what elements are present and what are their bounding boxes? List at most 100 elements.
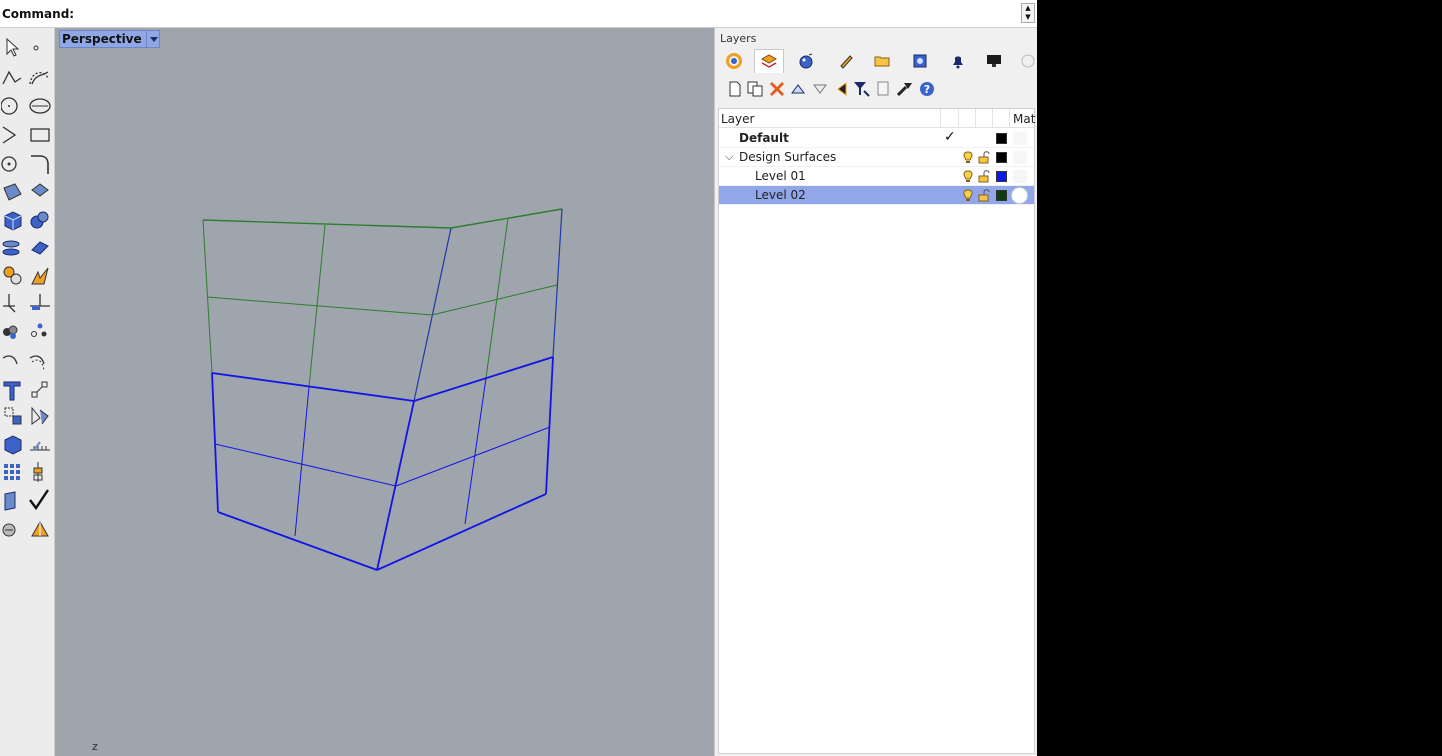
pen-brush-icon[interactable] <box>831 49 861 73</box>
command-history-spinner[interactable]: ▲ ▼ <box>1021 3 1035 23</box>
sphere-icon[interactable] <box>28 208 52 232</box>
viewport-canvas[interactable] <box>55 28 714 756</box>
layer-name[interactable]: Design Surfaces <box>739 150 836 164</box>
current-layer-check-icon[interactable]: ✓ <box>944 129 956 145</box>
array-icon[interactable] <box>1 320 25 344</box>
surface-level-02[interactable] <box>202 208 563 402</box>
explode-icon[interactable] <box>28 264 52 288</box>
scale-icon[interactable] <box>28 378 52 402</box>
block-icon[interactable] <box>1 404 25 428</box>
perspective-viewport[interactable]: Perspective z <box>55 28 714 756</box>
box-icon[interactable] <box>1 208 25 232</box>
extrude-icon[interactable] <box>1 488 25 512</box>
new-sublayer-icon[interactable] <box>746 80 764 98</box>
boolean-gear-icon[interactable] <box>1 264 25 288</box>
render-icon[interactable] <box>1 516 25 540</box>
display-monitor-icon[interactable] <box>979 49 1009 73</box>
layer-row-default[interactable]: Default ✓ <box>719 129 1034 148</box>
points-group-icon[interactable] <box>28 320 52 344</box>
layer-visible-bulb-icon[interactable] <box>962 170 974 183</box>
layer-material-swatch[interactable] <box>1013 151 1027 164</box>
surface-level-01[interactable] <box>211 356 554 571</box>
array-grid-icon[interactable] <box>1 460 25 484</box>
named-view-icon[interactable] <box>905 49 935 73</box>
cylinder-icon[interactable] <box>1 236 25 260</box>
arc-icon[interactable] <box>1 123 25 147</box>
layer-name[interactable]: Level 01 <box>755 169 806 183</box>
copy-icon[interactable] <box>875 80 893 98</box>
delete-icon[interactable] <box>768 80 786 98</box>
column-separator[interactable] <box>958 109 959 128</box>
layer-row-level-02[interactable]: Level 02 <box>719 186 1034 205</box>
help-icon[interactable]: ? <box>918 80 936 98</box>
surface-icon[interactable] <box>1 180 25 204</box>
layer-color-swatch[interactable] <box>996 171 1007 182</box>
layer-unlocked-icon[interactable] <box>978 151 990 164</box>
rotate-icon[interactable] <box>1 350 25 374</box>
layer-row-design-surfaces[interactable]: ⌵ Design Surfaces <box>719 148 1034 167</box>
layers-icon[interactable] <box>754 49 784 73</box>
column-header-layer[interactable]: Layer <box>721 112 754 126</box>
move-left-icon[interactable] <box>833 80 851 98</box>
misc-tab-icon[interactable] <box>1013 49 1043 73</box>
grid-plane-icon[interactable] <box>28 432 52 456</box>
loft-surface-icon[interactable] <box>28 180 52 204</box>
transform-icon[interactable] <box>28 404 52 428</box>
select-arrow-icon[interactable] <box>1 36 25 60</box>
polyline-icon[interactable] <box>1 66 25 90</box>
column-separator[interactable] <box>940 109 941 128</box>
gumball-icon[interactable] <box>28 460 52 484</box>
layer-material-swatch[interactable] <box>1013 132 1027 145</box>
layer-visible-bulb-icon[interactable] <box>962 151 974 164</box>
layer-material-swatch[interactable] <box>1011 187 1028 204</box>
split-icon[interactable] <box>28 290 52 314</box>
dimension-icon[interactable] <box>1 290 25 314</box>
layer-unlocked-icon[interactable] <box>978 189 990 202</box>
viewport-title[interactable]: Perspective <box>60 31 146 47</box>
layer-table-header: Layer Mat <box>719 109 1035 128</box>
ellipse-icon[interactable] <box>28 94 52 118</box>
circle-icon[interactable] <box>0 94 25 118</box>
collapse-chevron-icon[interactable]: ⌵ <box>725 150 733 164</box>
point-icon[interactable] <box>28 36 52 60</box>
color-wheel-icon[interactable] <box>719 49 749 73</box>
move-up-icon[interactable] <box>789 80 807 98</box>
tools-icon[interactable] <box>896 80 914 98</box>
column-separator[interactable] <box>992 109 993 128</box>
column-separator[interactable] <box>1009 109 1010 128</box>
column-separator[interactable] <box>975 109 976 128</box>
offset-curve-icon[interactable] <box>28 350 52 374</box>
layers-panel: Layers ? Layer Mat Default ✓ ⌵ Design Su… <box>714 28 1037 756</box>
solid-edit-icon[interactable] <box>1 432 25 456</box>
layer-name[interactable]: Default <box>739 131 789 145</box>
check-icon[interactable] <box>28 488 52 512</box>
text-icon[interactable] <box>1 378 25 402</box>
new-layer-icon[interactable] <box>726 80 744 98</box>
layer-name[interactable]: Level 02 <box>755 188 806 202</box>
spinner-up-icon[interactable]: ▲ <box>1022 4 1034 13</box>
rectangle-icon[interactable] <box>28 123 52 147</box>
fillet-curve-icon[interactable] <box>28 152 52 176</box>
light-icon[interactable] <box>28 516 52 540</box>
curve-icon[interactable] <box>28 66 52 90</box>
layer-color-swatch[interactable] <box>996 133 1007 144</box>
polygon-icon[interactable] <box>1 152 25 176</box>
viewport-title-tab[interactable]: Perspective <box>59 30 160 48</box>
spinner-down-icon[interactable]: ▼ <box>1022 13 1034 22</box>
command-input[interactable] <box>66 3 1016 23</box>
render-sphere-icon[interactable] <box>791 49 821 73</box>
layer-row-level-01[interactable]: Level 01 <box>719 167 1034 186</box>
mesh-icon[interactable] <box>28 236 52 260</box>
move-down-icon[interactable] <box>811 80 829 98</box>
panel-tabs <box>715 48 1038 74</box>
folder-icon[interactable] <box>867 49 897 73</box>
layer-material-swatch[interactable] <box>1013 170 1027 183</box>
viewport-dropdown-icon[interactable] <box>145 31 159 47</box>
layer-color-swatch[interactable] <box>996 190 1007 201</box>
filter-icon[interactable] <box>853 80 871 98</box>
layer-unlocked-icon[interactable] <box>978 170 990 183</box>
column-header-material[interactable]: Mat <box>1013 112 1035 126</box>
notification-bell-icon[interactable] <box>943 49 973 73</box>
layer-visible-bulb-icon[interactable] <box>962 189 974 202</box>
layer-color-swatch[interactable] <box>996 152 1007 163</box>
